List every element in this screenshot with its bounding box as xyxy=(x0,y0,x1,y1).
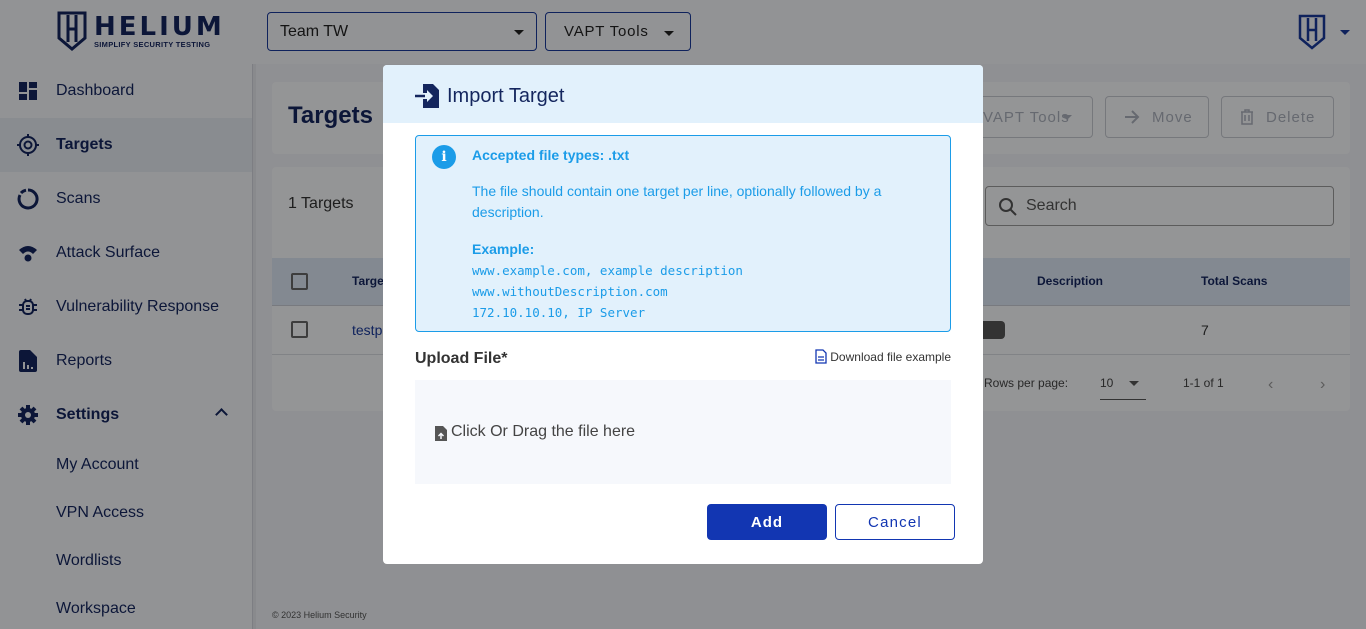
dialog-header: Import Target xyxy=(383,65,983,123)
example-label: Example: xyxy=(472,241,535,257)
info-description: The file should contain one target per l… xyxy=(472,183,882,220)
file-upload-icon xyxy=(435,426,447,441)
document-icon xyxy=(815,349,827,364)
upload-file-label: Upload File* xyxy=(415,350,508,367)
info-alert: i Accepted file types: .txt The file sho… xyxy=(415,135,951,332)
import-target-dialog: Import Target i Accepted file types: .tx… xyxy=(383,65,983,564)
file-import-icon xyxy=(415,84,439,108)
example-line: www.example.com, example description xyxy=(472,263,743,278)
download-example-label: Download file example xyxy=(830,349,951,364)
info-icon: i xyxy=(432,145,456,169)
cancel-button[interactable]: Cancel xyxy=(835,504,955,540)
example-line: www.withoutDescription.com xyxy=(472,284,668,299)
dialog-title: Import Target xyxy=(447,85,565,107)
example-line: 172.10.10.10, IP Server xyxy=(472,305,646,320)
dropzone-text: Click Or Drag the file here xyxy=(451,423,636,440)
accepted-file-types: Accepted file types: .txt xyxy=(472,147,630,163)
add-button[interactable]: Add xyxy=(707,504,827,540)
download-example-link[interactable]: Download file example xyxy=(815,349,951,364)
file-dropzone[interactable]: Click Or Drag the file here xyxy=(415,380,951,484)
